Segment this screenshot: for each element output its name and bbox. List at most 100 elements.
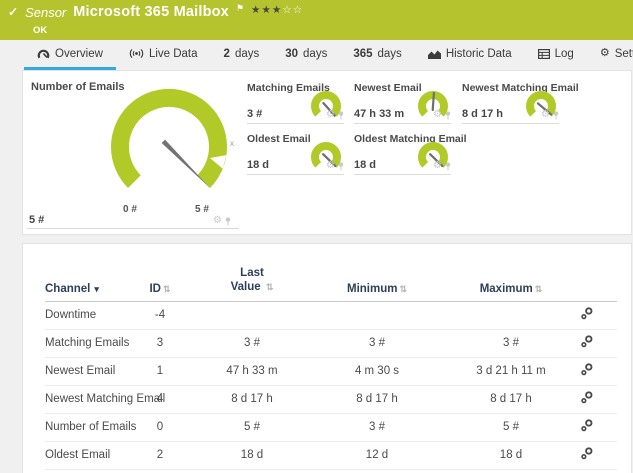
channel-maximum: 3 #	[445, 329, 577, 358]
gauge-value: 18 d	[247, 159, 270, 171]
sort-icon: ⇅	[265, 282, 274, 293]
channel-id: 1	[125, 357, 195, 386]
gauge-title: Oldest Email	[247, 133, 311, 145]
channel-maximum: 18 d	[445, 469, 577, 473]
pin-icon[interactable]	[338, 161, 344, 171]
channel-last-value	[195, 301, 309, 330]
channel-settings-icon[interactable]	[581, 335, 593, 348]
column-header-maximum[interactable]: Maximum ⇅	[445, 252, 577, 302]
main-gauge-cell: Number of Emails 0 # 5 # x 5 # ⚙	[27, 77, 239, 229]
gauge-icon	[37, 48, 50, 59]
overview-panel: Number of Emails 0 # 5 # x 5 # ⚙ Matchin…	[22, 70, 632, 235]
gauge-cell-oldest-email: Oldest Email 18 d ⚙	[247, 133, 344, 175]
channel-name: Newest Matching Email	[45, 385, 165, 414]
table-row-downtime[interactable]: Downtime -4	[45, 301, 617, 330]
pin-icon[interactable]	[225, 216, 231, 226]
gauge-scale-max: 5 #	[195, 204, 209, 215]
gear-icon[interactable]: ⚙	[326, 110, 335, 120]
tab-2-days[interactable]: 2 days	[211, 40, 273, 70]
channel-maximum: 8 d 17 h	[445, 385, 577, 414]
gear-icon[interactable]: ⚙	[541, 110, 550, 120]
channel-id: 2	[125, 441, 195, 470]
gear-icon[interactable]: ⚙	[433, 110, 442, 120]
tab-label: Overview	[55, 47, 103, 60]
channel-maximum: 5 #	[445, 413, 577, 442]
column-header-last-value[interactable]: Last Value ⇅	[195, 252, 309, 302]
column-header-minimum[interactable]: Minimum ⇅	[309, 252, 445, 302]
main-gauge	[111, 88, 227, 189]
channel-minimum: 4 m 30 s	[309, 357, 445, 386]
channel-last-value: 8 d 17 h	[195, 385, 309, 414]
gear-icon[interactable]: ⚙	[326, 161, 335, 171]
table-row-newest-email[interactable]: Newest Email 1 47 h 33 m 4 m 30 s 3 d 21…	[45, 357, 617, 386]
tab-365-days[interactable]: 365 days	[340, 40, 414, 70]
channel-settings-icon[interactable]	[581, 307, 593, 320]
channel-id: 3	[125, 329, 195, 358]
table-row-oldest-email[interactable]: Oldest Email 2 18 d 12 d 18 d	[45, 441, 617, 470]
gear-icon: ⚙	[599, 47, 610, 59]
stars-empty[interactable]: ☆☆	[282, 4, 303, 16]
channel-name: Downtime	[45, 301, 125, 330]
pin-icon[interactable]	[553, 110, 559, 120]
table-header-row: Channel ▾ ID ⇅ Last Value ⇅ Minimum ⇅ Maxim…	[45, 252, 617, 302]
channel-settings-icon[interactable]	[581, 363, 593, 376]
channel-minimum: 12 d	[309, 441, 445, 470]
tab-overview[interactable]: Overview	[24, 40, 116, 70]
gauge-cell-actions: ⚙	[326, 161, 344, 171]
table-row-number-of-emails[interactable]: Number of Emails 0 5 # 3 # 5 #	[45, 413, 617, 442]
gauge-arc	[111, 88, 227, 188]
column-header-channel[interactable]: Channel ▾	[45, 252, 125, 302]
gear-icon[interactable]: ⚙	[433, 161, 442, 171]
gauge-cell-actions: ⚙	[433, 161, 451, 171]
channels-table-body: Downtime -4 Matching Emails 3 3 # 3 # 3 …	[45, 301, 617, 473]
channel-minimum: 8 d 17 h	[309, 385, 445, 414]
channel-name: Number of Emails	[45, 413, 136, 442]
column-header-id[interactable]: ID ⇅	[125, 252, 195, 302]
channel-actions-cell	[577, 385, 617, 414]
table-row-newest-matching-email[interactable]: Newest Matching Email 4 8 d 17 h 8 d 17 …	[45, 385, 617, 414]
pin-icon[interactable]	[338, 110, 344, 120]
channel-actions-cell	[577, 413, 617, 442]
pin-icon[interactable]	[445, 110, 451, 120]
sensor-header: ✓ Sensor Microsoft 365 Mailbox ⚑ ★★★☆☆ O…	[0, 0, 633, 40]
tab-label-number: 30	[285, 47, 299, 60]
main-gauge-value: 5 #	[29, 214, 45, 226]
table-row-oldest-matching-email[interactable]: Oldest Matching Email 5 18 d 18 d 18 d	[45, 469, 617, 473]
tab-bar: Overview Live Data 2 days 30 days 365 days Histo…	[0, 40, 633, 70]
tab-label-number: 365	[353, 47, 373, 60]
channel-settings-icon[interactable]	[581, 447, 593, 460]
channel-last-value: 47 h 33 m	[195, 357, 309, 386]
tab-settings[interactable]: ⚙ Settings	[587, 40, 633, 70]
table-row-matching-emails[interactable]: Matching Emails 3 3 # 3 # 3 #	[45, 329, 617, 358]
gauge-needle-icon	[431, 91, 436, 112]
channel-id: -4	[125, 301, 195, 330]
priority-stars[interactable]: ★★★☆☆	[251, 4, 303, 16]
channel-settings-icon[interactable]	[581, 391, 593, 404]
pin-icon[interactable]	[445, 161, 451, 171]
tab-historic-data[interactable]: Historic Data	[415, 40, 525, 70]
sort-icon: ⇅	[162, 283, 171, 294]
channel-name: Oldest Matching Email	[45, 469, 125, 473]
tab-label: days	[303, 47, 328, 60]
channel-id: 5	[125, 469, 195, 473]
sensor-kind-label: Sensor	[25, 4, 67, 20]
gauge-cell-actions: ⚙	[213, 216, 231, 226]
channel-last-value: 18 d	[195, 441, 309, 470]
tab-live-data[interactable]: Live Data	[116, 40, 211, 70]
stars-filled[interactable]: ★★★	[251, 4, 282, 16]
tab-log[interactable]: Log	[525, 40, 587, 70]
gauge-value: 3 #	[247, 108, 263, 120]
gauge-cell-oldest-matching-email: Oldest Matching Email 18 d ⚙	[354, 133, 467, 175]
sort-icon: ⇅	[399, 283, 408, 294]
gear-icon[interactable]: ⚙	[213, 216, 222, 226]
tab-label: Historic Data	[445, 47, 512, 60]
channel-maximum	[445, 301, 577, 330]
gauge-cell-newest-matching-email: Newest Matching Email 8 d 17 h ⚙	[462, 82, 579, 124]
channel-minimum: 3 #	[309, 329, 445, 358]
tab-label: Settings	[614, 47, 633, 60]
channel-actions-cell	[577, 329, 617, 358]
tab-30-days[interactable]: 30 days	[272, 40, 340, 70]
channel-maximum: 3 d 21 h 11 m	[445, 357, 577, 386]
channel-actions-cell	[577, 357, 617, 386]
channel-settings-icon[interactable]	[581, 419, 593, 432]
